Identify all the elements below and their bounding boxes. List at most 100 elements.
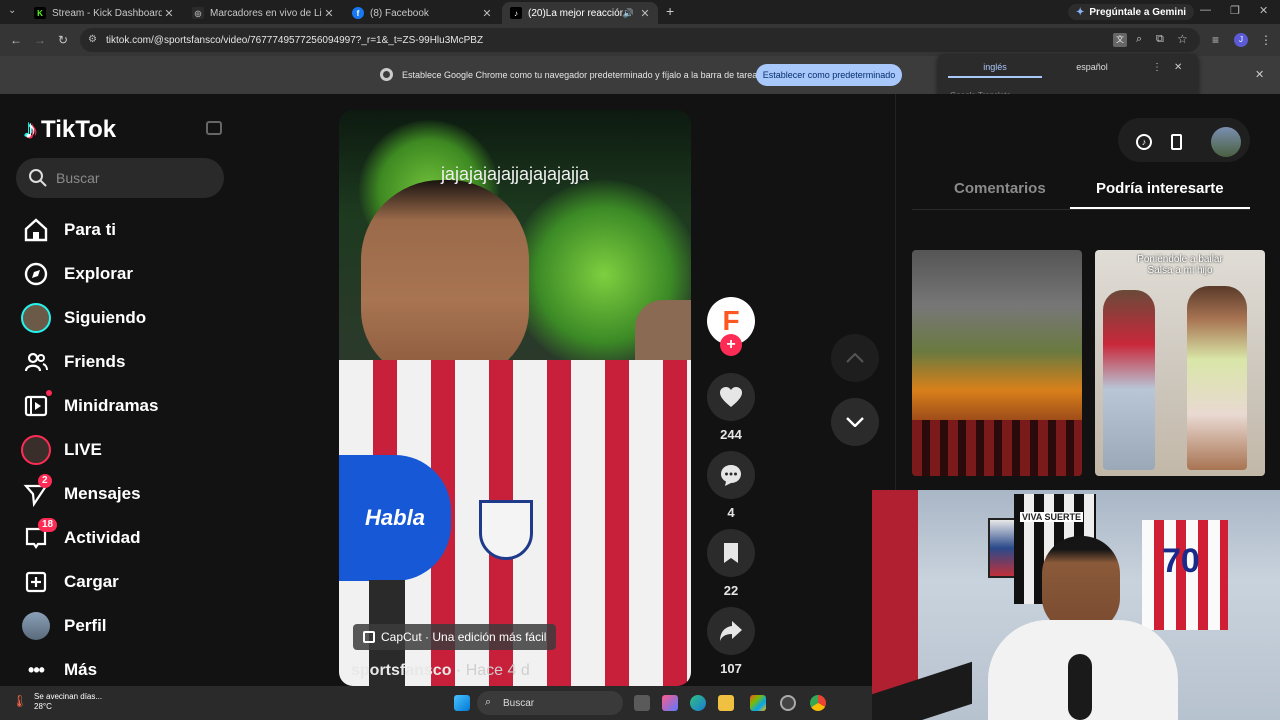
tab-search-icon[interactable]: ⌄ bbox=[8, 5, 16, 16]
edge-icon[interactable] bbox=[690, 695, 706, 711]
profile-avatar-icon bbox=[20, 610, 52, 642]
gemini-button[interactable]: ✦ Pregúntale a Gemini bbox=[1068, 4, 1195, 20]
restore-icon[interactable]: ❐ bbox=[1230, 4, 1240, 17]
reading-list-icon[interactable]: ≡ bbox=[1212, 33, 1219, 47]
tiktok-coin-icon[interactable]: ♪ bbox=[1128, 126, 1160, 158]
logo-text: TikTok bbox=[41, 115, 117, 143]
address-bar[interactable]: ⚙ tiktok.com/@sportsfansco/video/7677749… bbox=[80, 28, 1200, 52]
nav-friends[interactable]: Friends bbox=[20, 344, 125, 380]
search-icon bbox=[29, 169, 47, 187]
taskbar-search-label: Buscar bbox=[503, 697, 535, 709]
close-icon[interactable]: ✕ bbox=[638, 7, 652, 20]
language-tab-english[interactable]: inglés bbox=[948, 62, 1042, 78]
nav-siguiendo[interactable]: Siguiendo bbox=[20, 300, 146, 336]
tiktok-logo[interactable]: ♪ TikTok bbox=[24, 114, 116, 145]
save-button[interactable] bbox=[707, 529, 755, 577]
nav-mas[interactable]: ••• Más bbox=[20, 652, 97, 688]
nav-live[interactable]: LIVE bbox=[20, 432, 102, 468]
video-thumbnail[interactable] bbox=[912, 250, 1082, 476]
user-avatar[interactable] bbox=[1208, 124, 1244, 160]
file-explorer-icon[interactable] bbox=[718, 695, 734, 711]
windows-taskbar: 🌡 Se avecinan días... 28°C ⌕ Buscar bbox=[0, 686, 872, 720]
new-tab-button[interactable]: + bbox=[666, 3, 674, 19]
heart-icon bbox=[720, 387, 742, 407]
nav-perfil[interactable]: Perfil bbox=[20, 608, 107, 644]
bookmark-icon bbox=[724, 543, 738, 563]
follow-plus-icon[interactable]: + bbox=[720, 334, 742, 356]
nav-para-ti[interactable]: Para ti bbox=[20, 212, 116, 248]
back-icon[interactable]: ← bbox=[10, 33, 22, 47]
close-icon[interactable]: ✕ bbox=[480, 7, 494, 20]
nav-minidramas[interactable]: Minidramas bbox=[20, 388, 158, 424]
profile-avatar-icon[interactable]: J bbox=[1234, 33, 1248, 47]
tab-facebook[interactable]: f (8) Facebook ✕ bbox=[344, 2, 500, 24]
options-icon[interactable]: ⋮ bbox=[1152, 62, 1162, 73]
nav-cargar[interactable]: Cargar bbox=[20, 564, 119, 600]
close-icon[interactable]: ✕ bbox=[1255, 68, 1264, 81]
window-close-icon[interactable]: ✕ bbox=[1259, 4, 1268, 17]
capcut-banner[interactable]: CapCut · Una edición más fácil bbox=[353, 624, 557, 650]
minimize-icon[interactable]: — bbox=[1200, 4, 1211, 16]
nav-label: Explorar bbox=[64, 264, 133, 283]
site-settings-icon[interactable]: ⚙ bbox=[88, 34, 97, 45]
nav-label: Friends bbox=[64, 352, 126, 371]
thumbnail-caption: Poniéndole a bailar Salsa a mi hijo bbox=[1137, 254, 1223, 276]
store-icon[interactable] bbox=[750, 695, 766, 711]
jersey-number: 70 bbox=[1162, 542, 1200, 580]
tab-tiktok[interactable]: ♪ (20)La mejor reacción de hi 🔊 ✕ bbox=[502, 2, 658, 24]
tab-kick[interactable]: K Stream - Kick Dashboard ✕ bbox=[26, 2, 182, 24]
dancer bbox=[1187, 286, 1247, 470]
cast-icon[interactable]: ⧉ bbox=[1156, 33, 1164, 46]
nav-mensajes[interactable]: 2 Mensajes bbox=[20, 474, 141, 512]
fanatiz-logo-icon: F bbox=[722, 305, 740, 336]
taskbar-search[interactable]: ⌕ Buscar bbox=[477, 691, 623, 715]
gemini-icon: ✦ bbox=[1076, 6, 1085, 18]
chrome-icon[interactable] bbox=[810, 695, 826, 711]
close-icon[interactable]: ✕ bbox=[322, 7, 336, 20]
language-tab-spanish[interactable]: español bbox=[1045, 62, 1139, 78]
next-video-button[interactable] bbox=[831, 398, 879, 446]
forward-icon[interactable]: → bbox=[34, 33, 46, 47]
reload-icon[interactable]: ↻ bbox=[58, 33, 68, 47]
set-default-button[interactable]: Establecer como predeterminado bbox=[756, 64, 902, 86]
more-icon: ••• bbox=[28, 659, 45, 680]
video-author[interactable]: sportsfansco · Hace 4 d bbox=[351, 662, 530, 680]
share-button[interactable] bbox=[707, 607, 755, 655]
share-count: 107 bbox=[720, 661, 742, 676]
url-text: tiktok.com/@sportsfansco/video/767774957… bbox=[106, 34, 484, 46]
following-avatar-icon bbox=[20, 302, 52, 334]
scoreboard-icon: ◎ bbox=[192, 7, 204, 19]
nav-explorar[interactable]: Explorar bbox=[20, 256, 133, 292]
tab-marcadores[interactable]: ◎ Marcadores en vivo de Liga Bet ✕ bbox=[184, 2, 342, 24]
infobar-message: Establece Google Chrome como tu navegado… bbox=[402, 70, 762, 80]
weather-temp: 28°C bbox=[34, 702, 52, 711]
video-player[interactable]: Habla jajajajajajjajajajajja CapCut · Un… bbox=[339, 110, 691, 686]
bookmark-star-icon[interactable]: ☆ bbox=[1177, 32, 1188, 46]
nav-actividad[interactable]: 18 Actividad bbox=[20, 518, 141, 556]
copilot-icon[interactable] bbox=[662, 695, 678, 711]
close-icon[interactable]: ✕ bbox=[162, 7, 176, 20]
weather-widget[interactable]: Se avecinan días... 28°C bbox=[18, 692, 102, 712]
obs-icon[interactable] bbox=[780, 695, 796, 711]
tab-comentarios[interactable]: Comentarios bbox=[954, 180, 1046, 197]
previous-video-button[interactable] bbox=[831, 334, 879, 382]
task-view-icon[interactable] bbox=[634, 695, 650, 711]
tab-title: (8) Facebook bbox=[370, 7, 429, 19]
video-overlay-text: jajajajajajjajajajajja bbox=[440, 164, 590, 184]
audio-playing-icon[interactable]: 🔊 bbox=[623, 8, 634, 19]
like-button[interactable] bbox=[707, 373, 755, 421]
nav-label: Perfil bbox=[64, 616, 107, 635]
zoom-icon[interactable]: ⌕ bbox=[1136, 33, 1142, 46]
video-thumbnail[interactable]: Poniéndole a bailar Salsa a mi hijo bbox=[1095, 250, 1265, 476]
translate-icon[interactable]: 文 bbox=[1113, 33, 1127, 47]
comment-button[interactable] bbox=[707, 451, 755, 499]
collapse-sidebar-icon[interactable] bbox=[206, 121, 222, 135]
phone-icon[interactable] bbox=[1160, 126, 1192, 158]
search-input[interactable]: Buscar bbox=[16, 158, 224, 198]
close-icon[interactable]: ✕ bbox=[1174, 62, 1182, 73]
menu-kebab-icon[interactable]: ⋮ bbox=[1260, 33, 1272, 47]
windows-start-icon[interactable] bbox=[454, 695, 470, 711]
capcut-icon bbox=[363, 631, 375, 643]
tab-podria-interesarte[interactable]: Podría interesarte bbox=[1096, 180, 1224, 197]
nav-label: Cargar bbox=[64, 572, 119, 591]
